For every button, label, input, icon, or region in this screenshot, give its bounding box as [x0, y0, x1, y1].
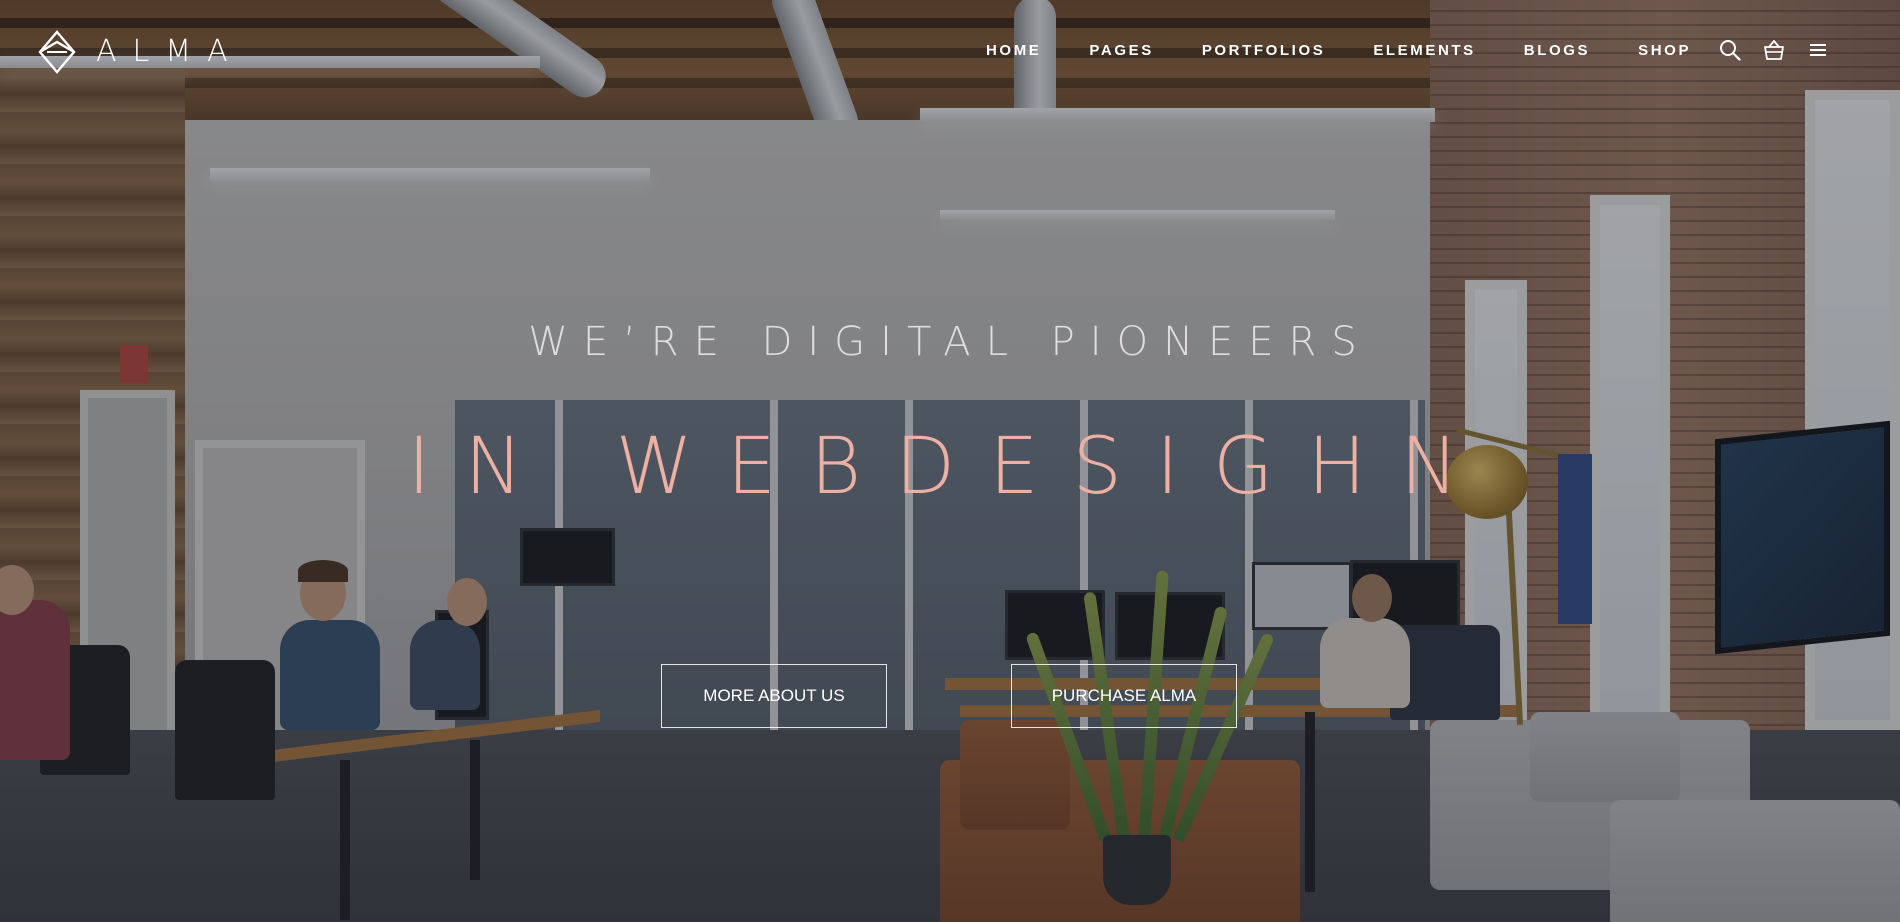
nav-item-shop[interactable]: SHOP: [1638, 42, 1691, 59]
site-logo[interactable]: ALMA: [38, 30, 244, 74]
hero-section: ALMA HOME PAGES PORTFOLIOS ELEMENTS BLOG…: [0, 0, 1900, 922]
basket-icon[interactable]: [1762, 38, 1786, 62]
search-icon[interactable]: [1718, 38, 1742, 62]
nav-item-blogs[interactable]: BLOGS: [1524, 42, 1590, 59]
logo-text: ALMA: [96, 34, 244, 69]
more-about-us-button[interactable]: MORE ABOUT US: [661, 664, 887, 728]
site-header: ALMA HOME PAGES PORTFOLIOS ELEMENTS BLOG…: [0, 0, 1900, 100]
main-nav: HOME PAGES PORTFOLIOS ELEMENTS BLOGS SHO…: [986, 42, 1691, 59]
nav-item-elements[interactable]: ELEMENTS: [1373, 42, 1475, 59]
nav-item-portfolios[interactable]: PORTFOLIOS: [1202, 42, 1326, 59]
nav-item-home[interactable]: HOME: [986, 42, 1041, 59]
menu-icon[interactable]: [1806, 38, 1830, 62]
header-icon-group: [1718, 38, 1830, 62]
diamond-logo-icon: [38, 30, 76, 74]
nav-item-pages[interactable]: PAGES: [1089, 42, 1153, 59]
purchase-button[interactable]: PURCHASE ALMA: [1011, 664, 1237, 728]
hero-content: WE’RE DIGITAL PIONEERS IN WEBDESIGHN MOR…: [0, 0, 1900, 922]
hero-eyebrow: WE’RE DIGITAL PIONEERS: [528, 319, 1372, 365]
hero-headline: IN WEBDESIGHN: [407, 422, 1493, 512]
